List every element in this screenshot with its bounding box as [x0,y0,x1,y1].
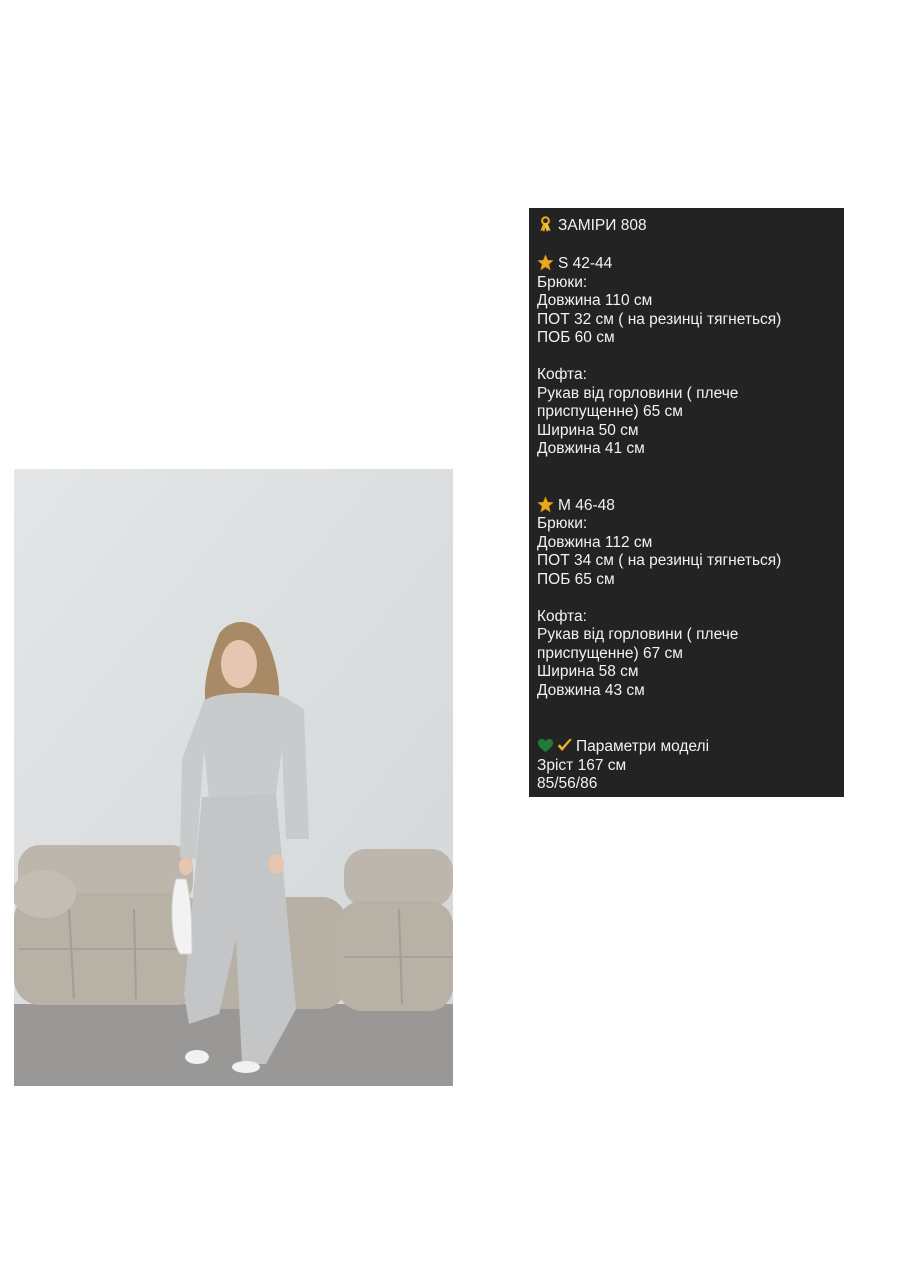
size-m-top-label: Кофта: [537,607,587,625]
size-m-top-sleeve-cont: приспущенне) 67 см [537,644,683,662]
check-mark-icon [557,738,573,752]
model-measurements: 85/56/86 [537,775,598,792]
size-m-header-row: M 46-48 [537,495,836,516]
size-s-pants-label: Брюки: [537,273,588,291]
green-heart-icon [537,738,554,753]
ribbon-icon [540,216,551,233]
size-m-pants-hips: ПОБ 65 см [537,570,615,588]
size-m-top-length: Довжина 43 см [537,681,645,699]
size-m-pants-waist: ПОТ 34 см ( на резинці тягнеться) [537,552,782,569]
size-s-header: S 42-44 [558,255,613,272]
panel-title: ЗАМІРИ 808 [558,217,647,234]
star-icon [537,495,554,512]
size-s-top-sleeve: Рукав від горловини ( плече [537,384,739,402]
right-sofa [338,849,453,1011]
size-s-top-label: Кофта: [537,366,587,383]
star-icon [537,254,554,271]
size-s-pants-length: Довжина 110 см [537,292,653,309]
size-s-top-width: Ширина 50 см [537,421,639,439]
size-m-pants-length: Довжина 112 см [537,533,653,551]
measurements-panel: ЗАМІРИ 808 S 42-44 Брюки: Довжина 110 см… [529,208,844,797]
model-height: Зріст 167 см [537,756,627,774]
size-s-pants-hips: ПОБ 60 см [537,329,615,346]
model-photo-illustration [14,469,453,1086]
size-m-top-width: Ширина 58 см [537,663,639,680]
size-s-top-sleeve-cont: приспущенне) 65 см [537,403,683,420]
model-params-header-row: Параметри моделі [537,737,836,757]
size-s-pants-waist: ПОТ 32 см ( на резинці тягнеться) [537,310,782,328]
floor [14,1004,453,1086]
panel-title-row: ЗАМІРИ 808 [537,216,836,236]
size-s-header-row: S 42-44 [537,254,836,274]
product-photo [14,469,453,1086]
model-params-header: Параметри моделі [576,738,710,755]
size-m-header: M 46-48 [558,496,615,514]
size-m-top-sleeve: Рукав від горловини ( плече [537,626,739,643]
size-m-pants-label: Брюки: [537,515,588,532]
size-s-top-length: Довжина 41 см [537,440,645,457]
